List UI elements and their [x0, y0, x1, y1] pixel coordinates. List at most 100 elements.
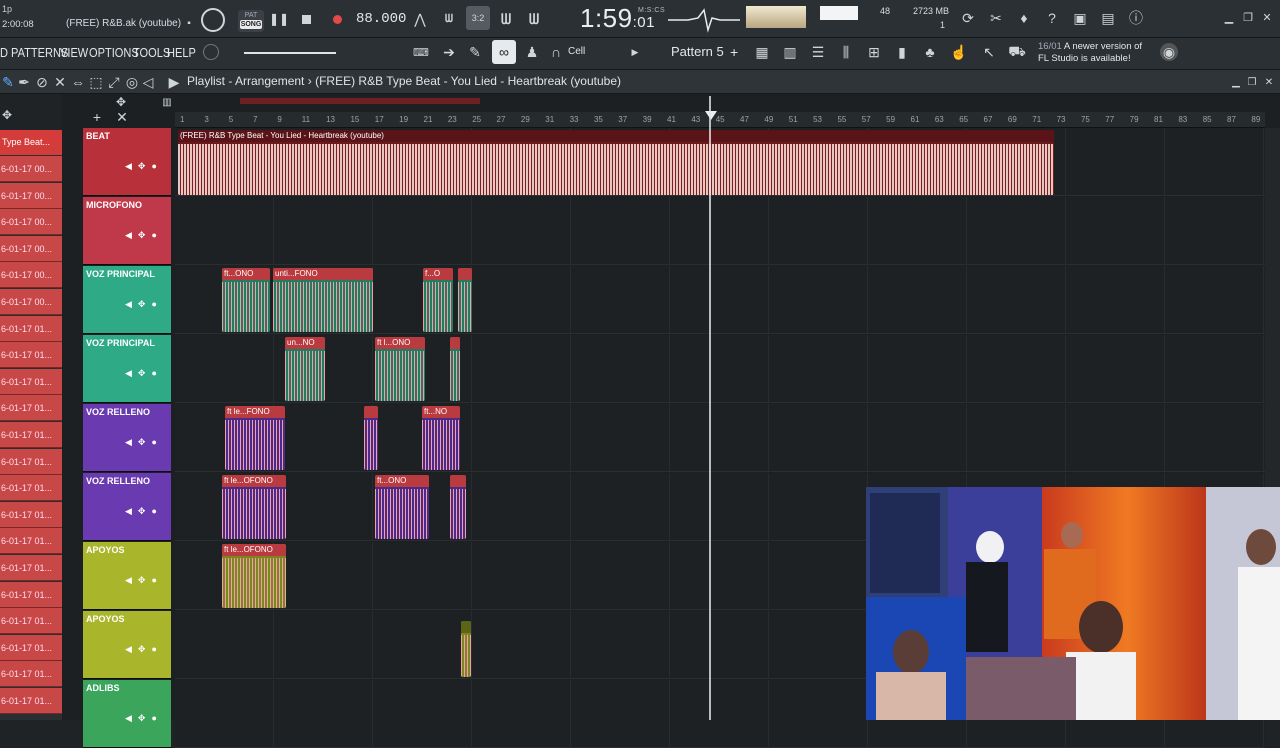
help-icon[interactable]: ? [1042, 8, 1062, 28]
picker-item[interactable]: 6-01-17 00... [0, 182, 62, 209]
magnet-icon[interactable]: ∩ [549, 44, 563, 60]
snap-arrow-icon[interactable]: ▶ [630, 45, 640, 59]
loop-record-icon[interactable]: ᗯ [523, 9, 545, 29]
track-header[interactable]: APOYOS ◀✥● [83, 611, 171, 679]
track-header[interactable]: BEAT ◀✥● [83, 128, 171, 196]
typing-keyboard-icon[interactable]: ⌨ [410, 44, 432, 60]
picker-item[interactable]: 6-01-17 01... [0, 422, 62, 448]
info-icon[interactable]: ⓘ [1126, 8, 1146, 28]
tool-mute-icon[interactable]: ✕ [54, 74, 66, 90]
track-controls[interactable]: ◀✥● [125, 575, 163, 586]
cart-icon[interactable]: ⛟ [1006, 43, 1028, 61]
track-controls[interactable]: ◀✥● [125, 713, 163, 724]
project-icon[interactable]: ▮ [892, 43, 912, 61]
channel-rack-icon[interactable]: ☰ [808, 43, 828, 61]
playlist-close-icon[interactable]: ✕ [1263, 76, 1275, 88]
tool-scrub-icon[interactable]: ◎ [126, 74, 138, 90]
picker-item[interactable]: 6-01-17 00... [0, 209, 62, 236]
tempo-knob[interactable] [203, 44, 219, 60]
wait-input-icon[interactable]: ᗯ [438, 9, 460, 29]
track-header[interactable]: VOZ RELLENO ◀✥● [83, 473, 171, 541]
track-controls[interactable]: ◀✥● [125, 437, 163, 448]
picker-item[interactable]: 6-01-17 00... [0, 262, 62, 289]
export-icon[interactable]: ▤ [1098, 8, 1118, 28]
stop-icon[interactable] [300, 11, 312, 27]
track-header[interactable]: VOZ PRINCIPAL ◀✥● [83, 335, 171, 403]
picker-item[interactable]: 6-01-17 00... [0, 235, 62, 262]
tool-draw-icon[interactable]: ✎ [2, 74, 14, 90]
audio-clip[interactable]: ft le...FONO [225, 406, 285, 470]
tool-slip-icon[interactable]: ⇔ [71, 74, 85, 90]
picker-item[interactable]: 6-01-17 01... [0, 395, 62, 422]
picker-item[interactable]: 6-01-17 01... [0, 688, 62, 714]
audio-clip[interactable] [458, 268, 472, 332]
tempo-display[interactable]: 88.000 [356, 11, 406, 27]
step-edit-icon[interactable]: ᗯ [495, 9, 517, 29]
save-icon[interactable]: ▣ [1070, 8, 1090, 28]
picker-item[interactable]: 6-01-17 00... [0, 156, 62, 182]
tool-delete-icon[interactable]: ⊘ [36, 74, 48, 90]
mixer-icon[interactable]: ⫼ [836, 43, 856, 61]
plugin-icon[interactable]: ♣ [920, 43, 940, 61]
touch-icon[interactable]: ☝ [948, 43, 970, 61]
track-header[interactable]: VOZ RELLENO ◀✥● [83, 404, 171, 472]
picker-item[interactable]: 6-01-17 01... [0, 448, 62, 475]
audio-clip[interactable]: ft le...OFONO [222, 544, 286, 608]
track-header[interactable]: MICROFONO ◀✥● [83, 197, 171, 265]
grid-icon[interactable]: ▥ [160, 95, 174, 109]
audio-clip[interactable]: (FREE) R&B Type Beat - You Lied - Heartb… [178, 130, 1054, 195]
track-controls[interactable]: ◀✥● [125, 161, 163, 172]
bell-icon[interactable]: ♟ [523, 44, 541, 60]
audio-clip[interactable]: ft le...OFONO [222, 475, 286, 539]
playlist-icon[interactable]: ▦ [752, 43, 772, 61]
picker-item[interactable]: 6-01-17 01... [0, 661, 62, 688]
horizontal-scrollbar[interactable] [240, 98, 480, 104]
plugin-picker-icon[interactable]: ✂ [986, 8, 1006, 28]
track-controls[interactable]: ◀✥● [125, 299, 163, 310]
track-controls[interactable]: ◀✥● [125, 368, 163, 379]
track-controls[interactable]: ◀✥● [125, 230, 163, 241]
picker-item[interactable]: 6-01-17 01... [0, 608, 62, 635]
menu-options[interactable]: OPTIONS [89, 45, 139, 60]
pat-song-toggle[interactable]: PAT SONG [238, 10, 264, 32]
track-lane[interactable] [175, 197, 1265, 265]
tool-zoom-icon[interactable]: ⤢ [108, 74, 120, 90]
audio-clip[interactable] [450, 475, 466, 539]
audio-clip[interactable]: ft...NO [422, 406, 460, 470]
picker-item[interactable]: 6-01-17 01... [0, 634, 62, 661]
audio-clip[interactable] [450, 337, 460, 401]
menu-help[interactable]: HELP [167, 45, 196, 60]
add-track-icon[interactable]: + [90, 109, 104, 125]
minimize-icon[interactable]: ▁ [1222, 10, 1236, 24]
tool-select-icon[interactable]: ⬚ [89, 74, 102, 90]
lock-icon[interactable]: ▪ [184, 17, 194, 29]
maximize-icon[interactable]: ❐ [1241, 10, 1255, 24]
picker-item[interactable]: 6-01-17 01... [0, 528, 62, 555]
move-icon[interactable]: ✥ [0, 108, 14, 122]
track-header[interactable]: ADLIBS ◀✥● [83, 680, 171, 748]
online-icon[interactable]: ◉ [1160, 43, 1178, 61]
zoom-icon[interactable]: ✥ [114, 95, 128, 109]
pencil-icon[interactable]: ✎ [466, 44, 484, 60]
master-volume-knob[interactable] [201, 8, 225, 32]
picker-item[interactable]: 6-01-17 01... [0, 475, 62, 502]
tool-paint-icon[interactable]: ✒ [18, 74, 30, 90]
metronome-icon[interactable]: ⋀ [410, 9, 430, 29]
track-controls[interactable]: ◀✥● [125, 644, 163, 655]
audio-clip[interactable] [461, 621, 471, 677]
play-arrow-icon[interactable]: ▶ [168, 74, 180, 90]
track-header[interactable]: VOZ PRINCIPAL ◀✥● [83, 266, 171, 334]
picker-selected[interactable]: Type Beat... [0, 130, 62, 155]
pattern-select[interactable]: Pattern 5 [671, 44, 724, 59]
picker-item[interactable]: 6-01-17 01... [0, 368, 62, 395]
close-icon[interactable]: ✕ [1260, 10, 1274, 24]
playhead-marker[interactable] [705, 111, 717, 120]
menu-patterns[interactable]: D PATTERNS [0, 45, 68, 60]
record-icon[interactable] [330, 11, 344, 27]
microphone-icon[interactable]: ♦ [1014, 8, 1034, 28]
menu-tools[interactable]: TOOLS [133, 45, 170, 60]
browser-icon[interactable]: ⊞ [864, 43, 884, 61]
audio-clip[interactable]: ft l...ONO [375, 337, 425, 401]
pointer-icon[interactable]: ↖ [978, 43, 1000, 61]
audio-clip[interactable]: un...NO [285, 337, 325, 401]
